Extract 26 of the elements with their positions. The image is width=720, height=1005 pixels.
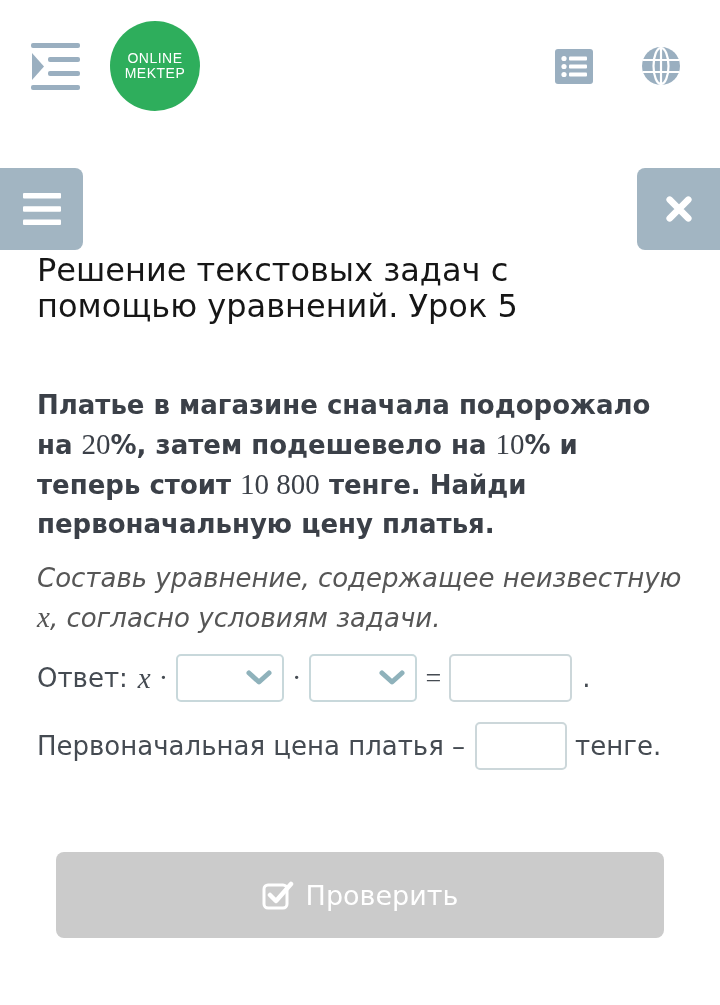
list-icon[interactable]: [555, 48, 593, 84]
globe-icon[interactable]: [642, 47, 680, 85]
math-operator: =: [425, 662, 442, 694]
checked-box-icon: [261, 880, 294, 910]
menu-button[interactable]: [0, 168, 83, 250]
sidebar-toggle-icon[interactable]: [31, 42, 80, 90]
problem-text: Платье в магазине сначала подорожало на 20%, затем подешевело на 10% и теперь стоит 10 800 тенге. Найди первоначальную цену платья.: [36, 389, 652, 541]
answer-text: Ответ:: [37, 663, 128, 693]
math-variable: x: [137, 661, 151, 695]
chevron-down-icon: [379, 670, 406, 686]
input-field[interactable]: [449, 654, 573, 702]
instruction-text: Составь уравнение, содержащее неизвестную x, согласно условиям задачи.: [35, 562, 683, 635]
logo[interactable]: ONLINE MEKTEP: [110, 21, 200, 111]
answer-text: тенге.: [575, 731, 662, 761]
close-icon: [664, 195, 693, 223]
dropdown[interactable]: [309, 654, 418, 702]
answer-text: .: [582, 663, 591, 693]
menu-icon: [22, 193, 61, 225]
chevron-down-icon: [246, 670, 273, 686]
math-operator: ·: [292, 662, 302, 694]
math-operator: ·: [158, 662, 169, 694]
lesson-title: Решение текстовых задач с помощью уравнений. Урок 5: [36, 252, 519, 324]
input-field[interactable]: [475, 722, 568, 770]
answer-text: Первоначальная цена платья –: [37, 731, 466, 761]
dropdown[interactable]: [176, 654, 285, 702]
close-button[interactable]: [637, 168, 720, 250]
